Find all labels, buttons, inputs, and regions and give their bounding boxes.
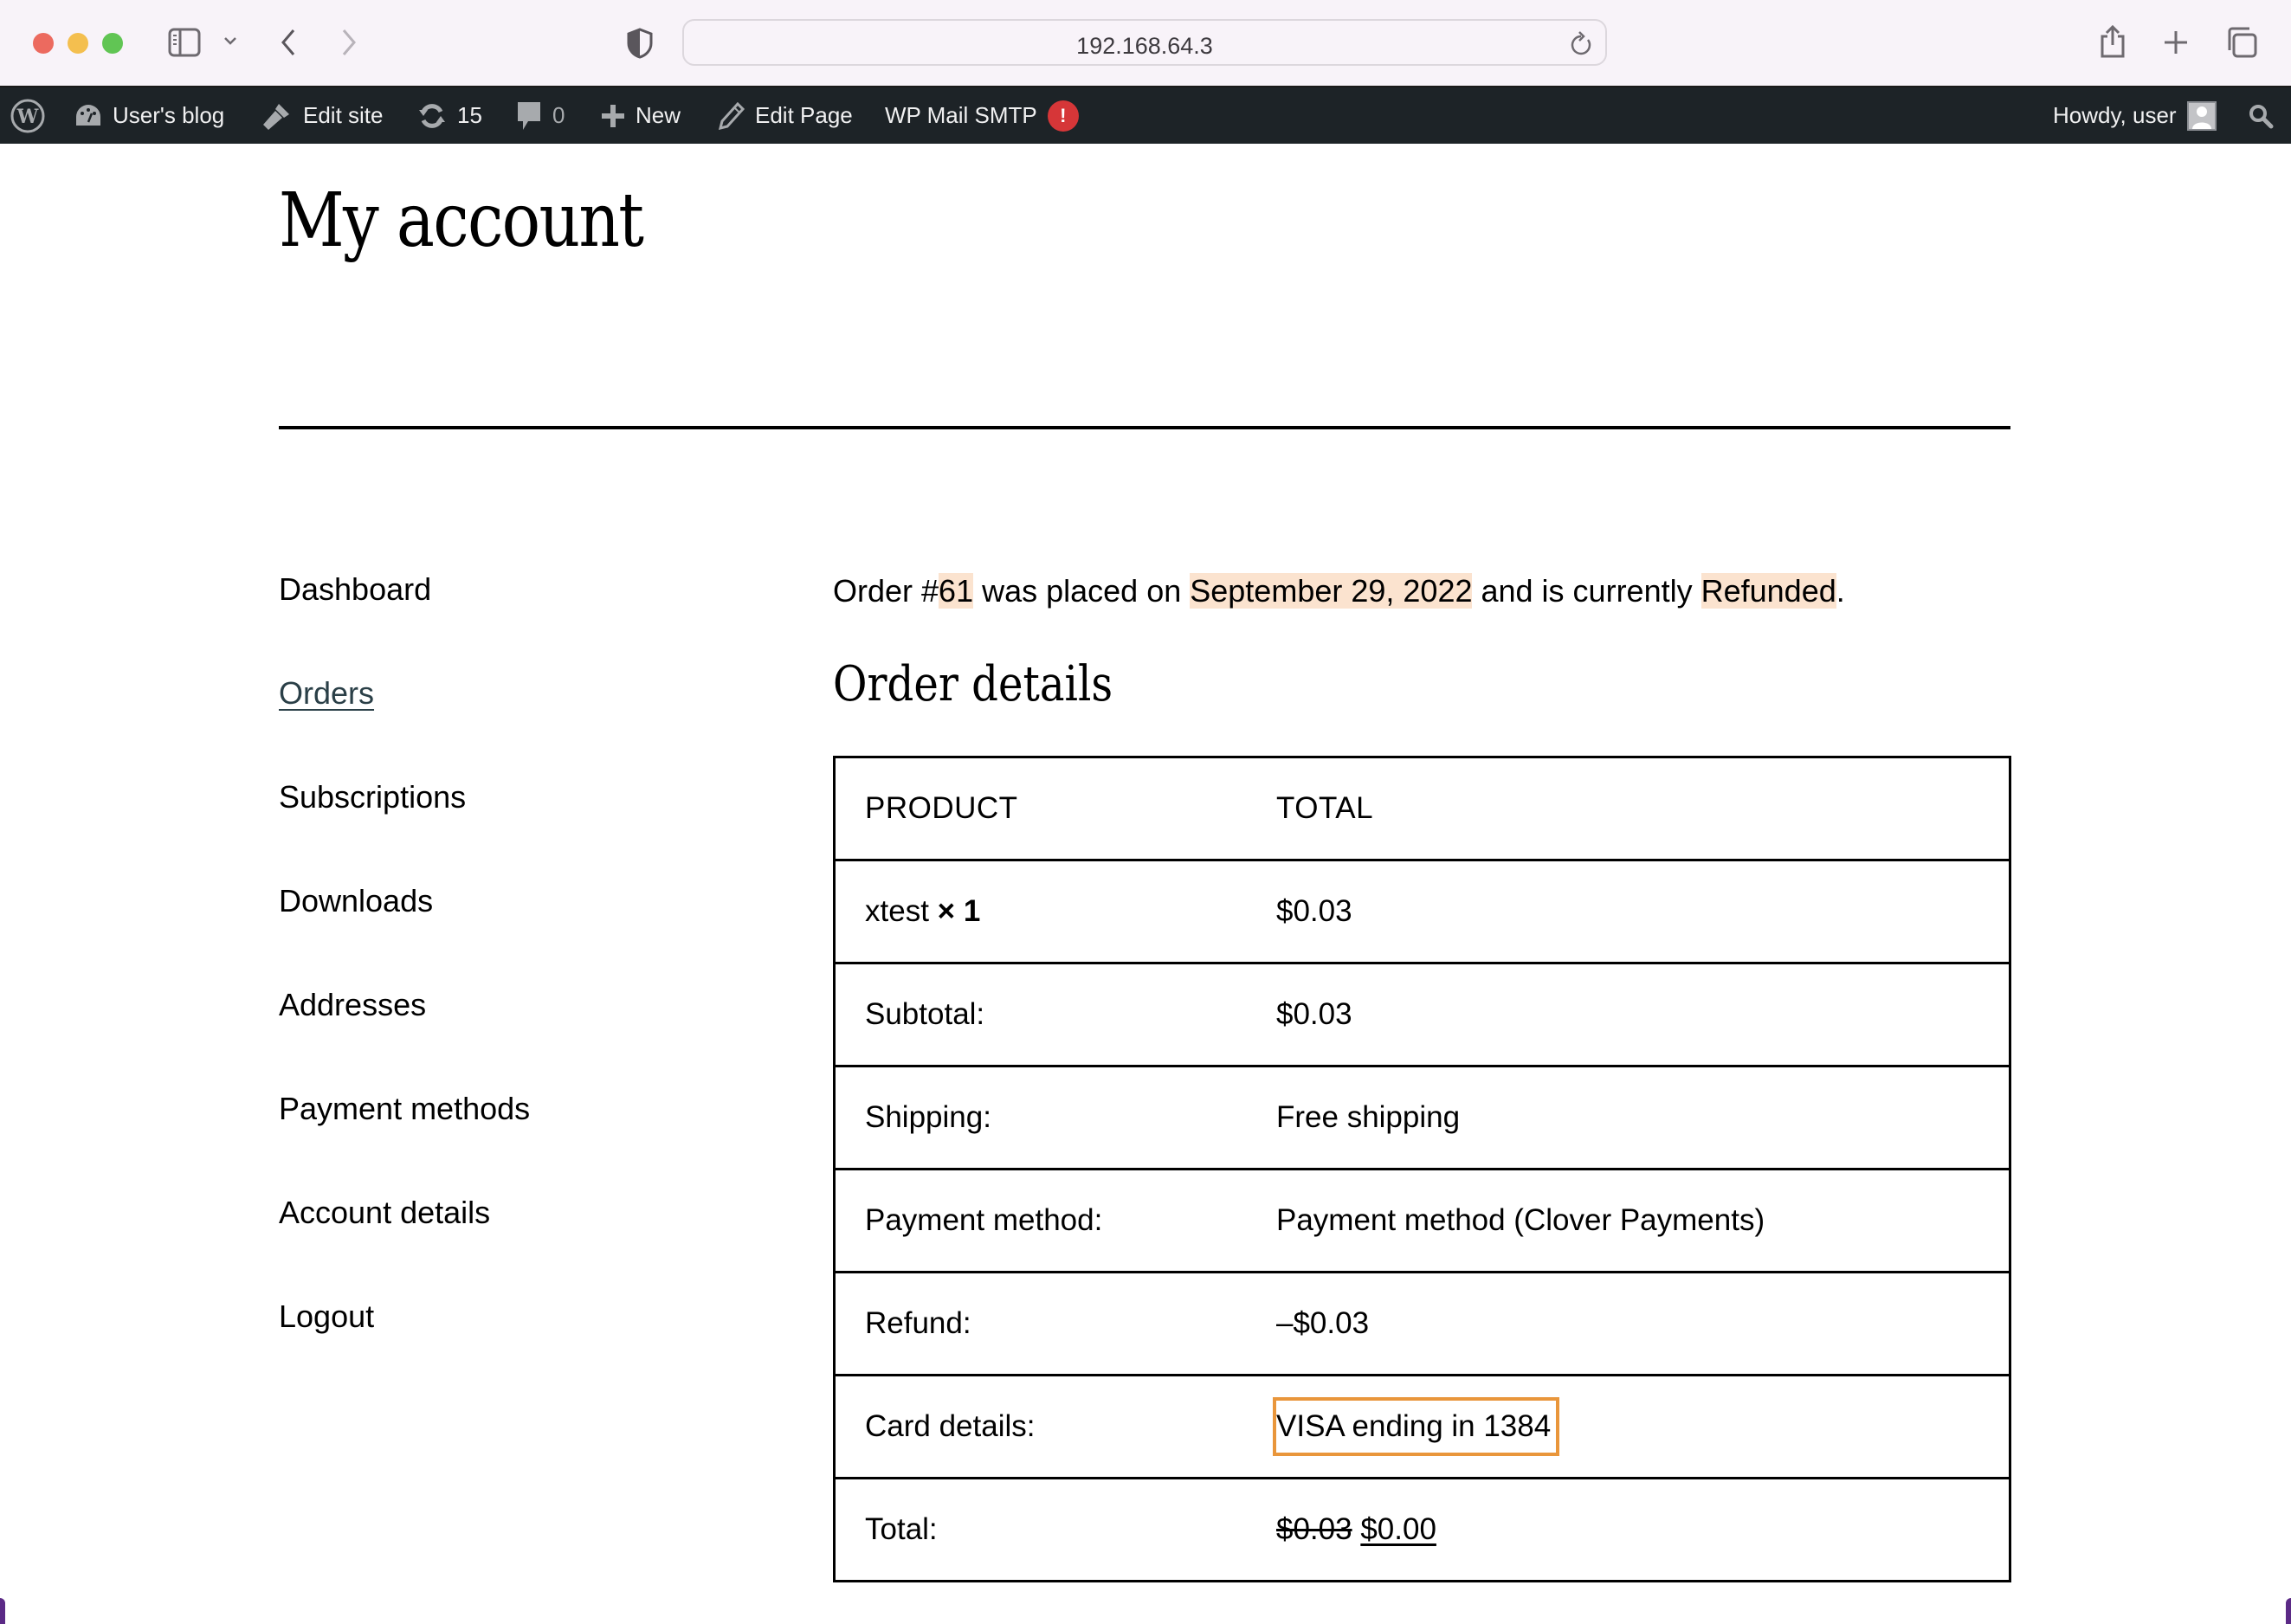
page-title: My account bbox=[279, 177, 644, 264]
comments-button[interactable]: 0 bbox=[516, 87, 565, 144]
order-details-table: PRODUCT TOTAL xtest × 1 $0.03 Subtotal: … bbox=[833, 756, 2011, 1582]
wordpress-logo-icon: W bbox=[10, 99, 45, 133]
comment-bubble-icon bbox=[516, 100, 542, 132]
edit-site-button[interactable]: Edit site bbox=[261, 87, 384, 144]
chevron-down-icon[interactable] bbox=[223, 35, 238, 51]
search-button[interactable] bbox=[2248, 87, 2274, 144]
product-total: $0.03 bbox=[1247, 859, 2010, 964]
site-name-label: User's blog bbox=[113, 102, 225, 128]
table-row: Payment method: Payment method (Clover P… bbox=[834, 1168, 2010, 1273]
account-menu[interactable]: Howdy, user bbox=[2053, 87, 2217, 144]
site-name-menu[interactable]: User's blog bbox=[74, 87, 224, 144]
nav-item-payment-methods[interactable]: Payment methods bbox=[279, 1091, 530, 1127]
edit-page-button[interactable]: Edit Page bbox=[719, 87, 853, 144]
howdy-label: Howdy, user bbox=[2053, 102, 2177, 128]
order-date: September 29, 2022 bbox=[1190, 573, 1473, 609]
chevron-left-icon[interactable] bbox=[279, 28, 298, 61]
url-text: 192.168.64.3 bbox=[1076, 33, 1213, 59]
table-row: xtest × 1 $0.03 bbox=[834, 859, 2010, 964]
total-value-cell: $0.03 $0.00 bbox=[1247, 1477, 2010, 1582]
wp-mail-smtp-label: WP Mail SMTP bbox=[885, 102, 1037, 128]
payment-method-label: Payment method: bbox=[834, 1168, 1247, 1273]
minimize-window-button[interactable] bbox=[68, 33, 88, 54]
new-content-button[interactable]: New bbox=[601, 87, 681, 144]
subtotal-value: $0.03 bbox=[1247, 962, 2010, 1067]
nav-item-addresses[interactable]: Addresses bbox=[279, 987, 426, 1023]
product-cell: xtest × 1 bbox=[834, 859, 1247, 964]
product-quantity: × 1 bbox=[937, 894, 981, 928]
product-link[interactable]: xtest bbox=[865, 894, 929, 928]
reload-icon[interactable] bbox=[1569, 31, 1593, 61]
title-separator bbox=[279, 426, 2010, 429]
wordpress-logo-button[interactable]: W bbox=[10, 87, 45, 144]
new-label: New bbox=[636, 102, 681, 128]
wp-mail-smtp-menu[interactable]: WP Mail SMTP ! bbox=[885, 87, 1079, 144]
current-total: $0.00 bbox=[1360, 1512, 1436, 1546]
order-summary: Order #61 was placed on September 29, 20… bbox=[833, 573, 1845, 609]
order-number: 61 bbox=[939, 573, 974, 609]
nav-item-orders[interactable]: Orders bbox=[279, 675, 374, 712]
edit-page-label: Edit Page bbox=[755, 102, 853, 128]
order-status: Refunded bbox=[1701, 573, 1836, 609]
nav-item-downloads[interactable]: Downloads bbox=[279, 883, 433, 919]
search-icon bbox=[2248, 103, 2274, 129]
updates-refresh-icon bbox=[417, 101, 447, 131]
share-icon[interactable] bbox=[2099, 24, 2126, 63]
plus-icon[interactable] bbox=[2163, 29, 2189, 60]
svg-text:W: W bbox=[16, 106, 39, 128]
payment-method-value: Payment method (Clover Payments) bbox=[1247, 1168, 2010, 1273]
table-row: Card details: VISA ending in 1384 bbox=[834, 1374, 2010, 1479]
order-details-title: Order details bbox=[833, 656, 1113, 712]
placed-on-text: was placed on bbox=[973, 573, 1191, 609]
shipping-label: Shipping: bbox=[834, 1065, 1247, 1170]
table-header-row: PRODUCT TOTAL bbox=[834, 756, 2010, 861]
window-corner-right bbox=[2286, 1598, 2291, 1624]
table-row: Subtotal: $0.03 bbox=[834, 962, 2010, 1067]
comments-count: 0 bbox=[552, 102, 565, 128]
nav-item-account-details[interactable]: Account details bbox=[279, 1195, 490, 1231]
nav-item-dashboard[interactable]: Dashboard bbox=[279, 571, 431, 608]
table-row: Shipping: Free shipping bbox=[834, 1065, 2010, 1170]
table-row: Refund: –$0.03 bbox=[834, 1271, 2010, 1376]
pencil-icon bbox=[719, 101, 745, 130]
edit-site-label: Edit site bbox=[303, 102, 384, 128]
nav-item-subscriptions[interactable]: Subscriptions bbox=[279, 779, 466, 815]
close-window-button[interactable] bbox=[33, 33, 54, 54]
sidebar-icon[interactable] bbox=[168, 28, 201, 61]
table-row: Total: $0.03 $0.00 bbox=[834, 1477, 2010, 1582]
avatar bbox=[2186, 100, 2217, 131]
column-header-total: TOTAL bbox=[1247, 756, 2010, 861]
shield-icon[interactable] bbox=[627, 28, 653, 63]
updates-button[interactable]: 15 bbox=[417, 87, 482, 144]
plus-icon bbox=[601, 104, 625, 128]
card-details-label: Card details: bbox=[834, 1374, 1247, 1479]
order-suffix: . bbox=[1836, 573, 1845, 609]
refund-value: –$0.03 bbox=[1247, 1271, 2010, 1376]
browser-toolbar: 192.168.64.3 bbox=[0, 0, 2291, 87]
smtp-alert-badge: ! bbox=[1047, 100, 1079, 132]
dashboard-gauge-icon bbox=[74, 103, 102, 129]
status-text: and is currently bbox=[1472, 573, 1701, 609]
chevron-right-icon[interactable] bbox=[339, 28, 358, 61]
wp-admin-bar: W User's blog Edit site 15 0 New Edit Pa… bbox=[0, 87, 2291, 144]
total-label: Total: bbox=[834, 1477, 1247, 1582]
card-details-value: VISA ending in 1384 bbox=[1273, 1397, 1560, 1456]
tabs-overview-icon[interactable] bbox=[2225, 26, 2258, 63]
original-total: $0.03 bbox=[1276, 1512, 1352, 1546]
card-details-cell: VISA ending in 1384 bbox=[1247, 1374, 2010, 1479]
nav-item-logout[interactable]: Logout bbox=[279, 1299, 374, 1335]
zoom-window-button[interactable] bbox=[102, 33, 123, 54]
column-header-product: PRODUCT bbox=[834, 756, 1247, 861]
window-corner-left bbox=[0, 1598, 5, 1624]
shipping-value: Free shipping bbox=[1247, 1065, 2010, 1170]
refund-label: Refund: bbox=[834, 1271, 1247, 1376]
address-bar[interactable]: 192.168.64.3 bbox=[682, 19, 1607, 66]
subtotal-label: Subtotal: bbox=[834, 962, 1247, 1067]
order-prefix: Order # bbox=[833, 573, 939, 609]
updates-count: 15 bbox=[457, 102, 482, 128]
brush-icon bbox=[261, 100, 293, 132]
